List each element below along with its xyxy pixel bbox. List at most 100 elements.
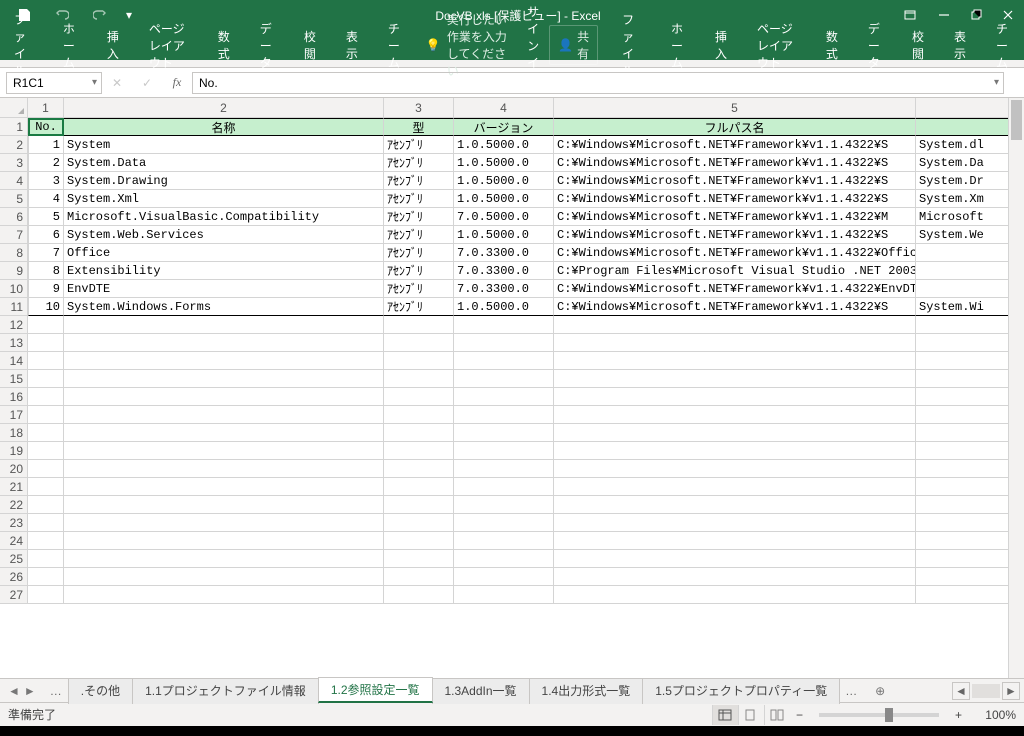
cell[interactable]: [384, 568, 454, 586]
cell[interactable]: [28, 514, 64, 532]
cell[interactable]: [916, 532, 1010, 550]
cell[interactable]: [454, 586, 554, 604]
ribbon-tab[interactable]: 表示: [340, 30, 364, 60]
cell[interactable]: [384, 514, 454, 532]
cell[interactable]: System.Xm: [916, 190, 1010, 208]
cell[interactable]: [454, 532, 554, 550]
cell-header-type[interactable]: 型: [384, 118, 454, 136]
ribbon-tab[interactable]: ホーム: [665, 30, 691, 60]
row-header[interactable]: 8: [0, 244, 28, 262]
column-header[interactable]: [916, 98, 1010, 117]
column-header[interactable]: 3: [384, 98, 454, 117]
cell[interactable]: [454, 334, 554, 352]
zoom-slider[interactable]: [819, 713, 939, 717]
cell[interactable]: [554, 532, 916, 550]
cell[interactable]: [454, 460, 554, 478]
row-header[interactable]: 5: [0, 190, 28, 208]
cell[interactable]: [454, 388, 554, 406]
cell[interactable]: [454, 370, 554, 388]
cell[interactable]: [28, 532, 64, 550]
cell[interactable]: [64, 514, 384, 532]
cell[interactable]: 1.0.5000.0: [454, 226, 554, 244]
sheet-tab[interactable]: .その他: [68, 678, 133, 704]
cell[interactable]: 2: [28, 154, 64, 172]
horizontal-scrollbar[interactable]: ◄ ►: [952, 682, 1024, 700]
row-header[interactable]: 24: [0, 532, 28, 550]
ribbon-tab[interactable]: ページ レイアウト: [751, 30, 802, 60]
cell[interactable]: 7: [28, 244, 64, 262]
cell[interactable]: [554, 442, 916, 460]
cell[interactable]: [64, 460, 384, 478]
row-header[interactable]: 10: [0, 280, 28, 298]
cell[interactable]: 7.0.3300.0: [454, 280, 554, 298]
cell[interactable]: [554, 586, 916, 604]
cell[interactable]: 7.0.5000.0: [454, 208, 554, 226]
cell[interactable]: ｱｾﾝﾌﾞﾘ: [384, 244, 454, 262]
cell[interactable]: [916, 460, 1010, 478]
cell[interactable]: [916, 370, 1010, 388]
cell[interactable]: [554, 514, 916, 532]
cell-header-name[interactable]: 名称: [64, 118, 384, 136]
cell[interactable]: [384, 496, 454, 514]
cell[interactable]: [28, 586, 64, 604]
row-header[interactable]: 4: [0, 172, 28, 190]
ribbon-display-options-icon[interactable]: [892, 0, 928, 30]
cell[interactable]: [64, 352, 384, 370]
cell[interactable]: [916, 334, 1010, 352]
cell[interactable]: [916, 244, 1010, 262]
cell[interactable]: C:¥Windows¥Microsoft.NET¥Framework¥v1.1.…: [554, 136, 916, 154]
zoom-slider-knob[interactable]: [885, 708, 893, 722]
cell[interactable]: [454, 550, 554, 568]
cell[interactable]: [384, 370, 454, 388]
cell[interactable]: [384, 460, 454, 478]
cell[interactable]: ｱｾﾝﾌﾞﾘ: [384, 280, 454, 298]
row-header[interactable]: 11: [0, 298, 28, 316]
cell[interactable]: System.Windows.Forms: [64, 298, 384, 316]
enter-formula-icon[interactable]: ✓: [132, 68, 162, 98]
row-header[interactable]: 9: [0, 262, 28, 280]
cell[interactable]: [64, 334, 384, 352]
zoom-in-button[interactable]: +: [949, 708, 968, 722]
cell[interactable]: C:¥Windows¥Microsoft.NET¥Framework¥v1.1.…: [554, 190, 916, 208]
cell[interactable]: System: [64, 136, 384, 154]
cell[interactable]: [554, 496, 916, 514]
cell[interactable]: [28, 442, 64, 460]
cell[interactable]: System.Web.Services: [64, 226, 384, 244]
row-header[interactable]: 17: [0, 406, 28, 424]
cell[interactable]: [454, 514, 554, 532]
cell[interactable]: Extensibility: [64, 262, 384, 280]
cell-header-version[interactable]: バージョン: [454, 118, 554, 136]
cell[interactable]: 7.0.3300.0: [454, 262, 554, 280]
cell[interactable]: [554, 424, 916, 442]
cell[interactable]: C:¥Windows¥Microsoft.NET¥Framework¥v1.1.…: [554, 172, 916, 190]
cell[interactable]: 1.0.5000.0: [454, 298, 554, 316]
sheet-tabs-more-right[interactable]: …: [839, 684, 863, 698]
cancel-formula-icon[interactable]: ✕: [102, 68, 132, 98]
cell[interactable]: [384, 478, 454, 496]
view-normal-icon[interactable]: [712, 705, 738, 725]
ribbon-tab[interactable]: 数式: [212, 30, 236, 60]
cell[interactable]: [916, 316, 1010, 334]
select-all-cell[interactable]: [0, 98, 28, 118]
row-header[interactable]: 13: [0, 334, 28, 352]
cell[interactable]: System.Wi: [916, 298, 1010, 316]
cell[interactable]: 10: [28, 298, 64, 316]
hscroll-left-icon[interactable]: ◄: [952, 682, 970, 700]
ribbon-tab[interactable]: 表示: [948, 30, 972, 60]
cell-header-fullpath[interactable]: フルパス名: [554, 118, 916, 136]
cell[interactable]: [916, 442, 1010, 460]
cell[interactable]: System.We: [916, 226, 1010, 244]
ribbon-tab[interactable]: データ: [862, 30, 888, 60]
cell[interactable]: [64, 424, 384, 442]
cell[interactable]: [916, 262, 1010, 280]
cell[interactable]: System.Drawing: [64, 172, 384, 190]
cell[interactable]: [916, 496, 1010, 514]
column-header[interactable]: 5: [554, 98, 916, 117]
cell[interactable]: ｱｾﾝﾌﾞﾘ: [384, 262, 454, 280]
cell[interactable]: C:¥Windows¥Microsoft.NET¥Framework¥v1.1.…: [554, 226, 916, 244]
undo-icon[interactable]: [46, 0, 78, 30]
cell[interactable]: System.Da: [916, 154, 1010, 172]
cell[interactable]: ｱｾﾝﾌﾞﾘ: [384, 298, 454, 316]
row-header[interactable]: 14: [0, 352, 28, 370]
cell[interactable]: 1.0.5000.0: [454, 154, 554, 172]
